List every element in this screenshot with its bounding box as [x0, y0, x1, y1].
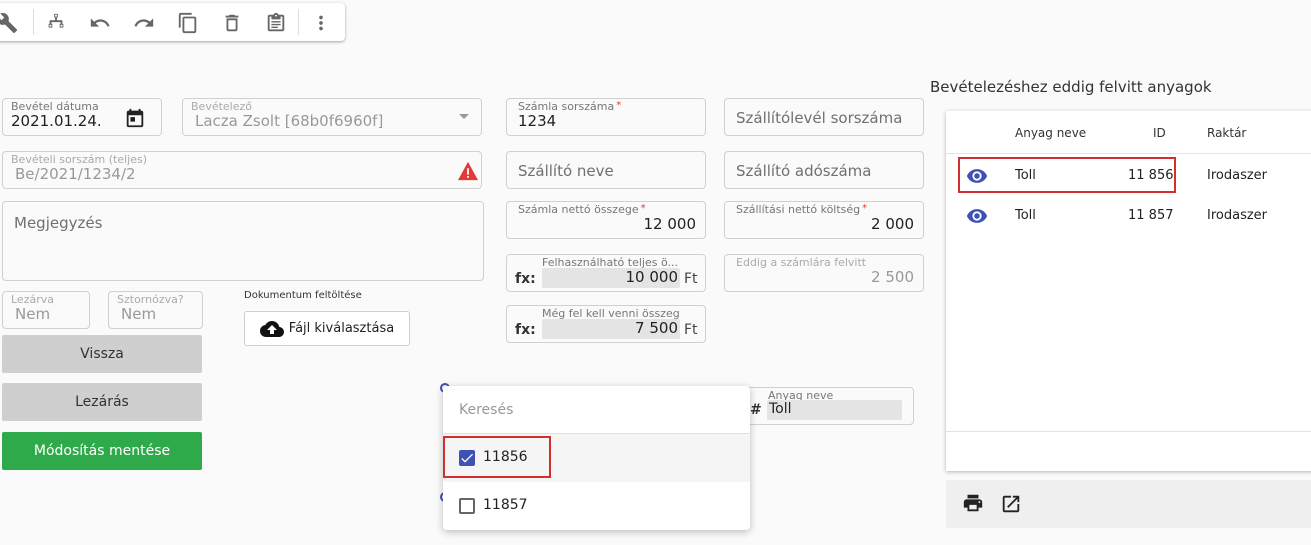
clipboard-icon[interactable] [265, 12, 287, 34]
print-icon[interactable] [962, 492, 984, 518]
anyag-neve-value: Toll [769, 401, 792, 417]
szamla-sorszam-value: 1234 [518, 112, 557, 130]
szallitasi-netto-field[interactable]: Szállítási nettó költség * 2 000 [724, 201, 924, 239]
sitemap-icon[interactable] [45, 12, 67, 34]
bevetel-datuma-field[interactable]: Bevétel dátuma 2021.01.24. [2, 98, 162, 136]
calendar-icon[interactable] [124, 107, 146, 129]
lezaras-button[interactable]: Lezárás [2, 383, 202, 421]
felhasznalhato-field: Felhasználható teljes ö... fx: 10 000 Ft [506, 254, 706, 292]
szallitolevel-placeholder: Szállítólevél sorszáma [736, 109, 903, 127]
header-divider [946, 153, 1311, 154]
vissza-button[interactable]: Vissza [2, 335, 202, 373]
szallito-adoszama-placeholder: Szállító adószáma [736, 162, 872, 180]
toolbar [0, 3, 345, 41]
meg-fel-kell-field: Még fel kell venni összeg fx: 7 500 Ft [506, 305, 706, 343]
fx-label: fx: [515, 271, 536, 287]
felhasznalhato-value: 10 000 [625, 268, 679, 286]
row-warehouse: Irodaszer [1207, 168, 1268, 183]
redo-icon[interactable] [133, 12, 155, 34]
wrench-icon[interactable] [0, 12, 18, 34]
anyag-neve-value-box: Toll [767, 400, 902, 420]
fx-label: fx: [515, 322, 536, 338]
table-row[interactable]: Toll 11 857 Irodaszer [946, 196, 1311, 236]
meg-fel-kell-unit: Ft [684, 322, 698, 338]
bevetel-datuma-value: 2021.01.24. [11, 112, 102, 130]
toolbar-separator [33, 9, 34, 35]
bevetelezo-select[interactable]: Bevételező Lacza Zsolt [68b0f6960f] [182, 98, 482, 136]
warning-icon [457, 161, 479, 181]
row-id: 11 857 [1128, 208, 1174, 223]
chevron-down-icon [459, 114, 469, 119]
sztornozva-field: Sztornózva? Nem [108, 291, 203, 329]
footer-divider [946, 431, 1311, 432]
lezarva-field: Lezárva Nem [2, 291, 90, 329]
hash-icon: # [750, 402, 762, 418]
bevetelezo-value: Lacza Zsolt [68b0f6960f] [195, 112, 384, 130]
panel-title: Bevételezéshez eddig felvitt anyagok [930, 78, 1212, 96]
table-row[interactable]: Toll 11 856 Irodaszer [946, 156, 1311, 196]
szamla-netto-field[interactable]: Számla nettó összege * 12 000 [506, 201, 706, 239]
open-external-icon[interactable] [1000, 493, 1022, 519]
undo-icon[interactable] [89, 12, 111, 34]
save-button[interactable]: Módosítás mentése [2, 432, 202, 470]
felhasznalhato-unit: Ft [684, 271, 698, 287]
panel-action-bar [946, 480, 1311, 528]
dropdown-search-input[interactable]: Keresés [459, 402, 513, 418]
dropdown-option-11856[interactable]: 11856 [443, 434, 750, 482]
file-upload-label: Fájl kiválasztása [288, 321, 395, 336]
column-header-name[interactable]: Anyag neve [1015, 126, 1086, 140]
delete-icon[interactable] [221, 12, 243, 34]
meg-fel-kell-value-box: 7 500 [542, 319, 680, 339]
szallitasi-netto-value: 2 000 [871, 215, 914, 233]
materials-table-card: Anyag neve ID Raktár Toll 11 856 Irodasz… [946, 111, 1311, 471]
highlight-box [443, 436, 551, 478]
eddig-felvitt-label: Eddig a számlára felvitt [736, 256, 867, 269]
eye-icon[interactable] [966, 205, 988, 231]
bevetel-sorszam-field: Bevételi sorszám (teljes) Be/2021/1234/2 [2, 151, 482, 189]
szamla-netto-label: Számla nettó összege * [518, 203, 646, 216]
row-warehouse: Irodaszer [1207, 208, 1268, 223]
column-header-id[interactable]: ID [1153, 126, 1166, 140]
megjegyzes-textarea[interactable]: Megjegyzés [2, 201, 484, 281]
szallito-neve-field[interactable]: Szállító neve [506, 151, 706, 189]
sztornozva-value: Nem [121, 305, 157, 323]
file-upload-button[interactable]: Fájl kiválasztása [244, 311, 410, 346]
row-name: Toll [1015, 208, 1036, 223]
szamla-netto-value: 12 000 [643, 215, 697, 233]
eddig-felvitt-field: Eddig a számlára felvitt 2 500 [724, 254, 924, 292]
anyag-neve-field[interactable]: Anyag neve # Toll [740, 387, 914, 425]
szallitasi-netto-label: Szállítási nettó költség * [736, 203, 868, 216]
szallito-neve-placeholder: Szállító neve [518, 162, 614, 180]
highlight-box [958, 157, 1176, 193]
meg-fel-kell-value: 7 500 [635, 319, 678, 337]
bevetel-sorszam-value: Be/2021/1234/2 [15, 165, 136, 183]
szallito-adoszama-field[interactable]: Szállító adószáma [724, 151, 924, 189]
more-vert-icon[interactable] [310, 12, 332, 34]
dokumentum-label: Dokumentum feltöltése [244, 290, 362, 301]
column-header-warehouse[interactable]: Raktár [1207, 126, 1246, 140]
szallitolevel-field[interactable]: Szállítólevél sorszáma [724, 98, 924, 136]
toolbar-separator [298, 9, 299, 35]
cloud-upload-icon [259, 317, 284, 341]
szamla-sorszam-field[interactable]: Számla sorszáma * 1234 [506, 98, 706, 136]
id-dropdown-panel: Keresés 11856 11857 [443, 386, 750, 530]
eddig-felvitt-value: 2 500 [871, 268, 914, 286]
megjegyzes-placeholder: Megjegyzés [14, 214, 103, 232]
copy-icon[interactable] [177, 12, 199, 34]
dropdown-option-11857[interactable]: 11857 [443, 482, 750, 530]
lezarva-value: Nem [15, 305, 51, 323]
checkbox-unchecked-icon[interactable] [459, 498, 475, 514]
felhasznalhato-value-box: 10 000 [542, 268, 680, 288]
dropdown-option-label: 11857 [483, 497, 528, 513]
